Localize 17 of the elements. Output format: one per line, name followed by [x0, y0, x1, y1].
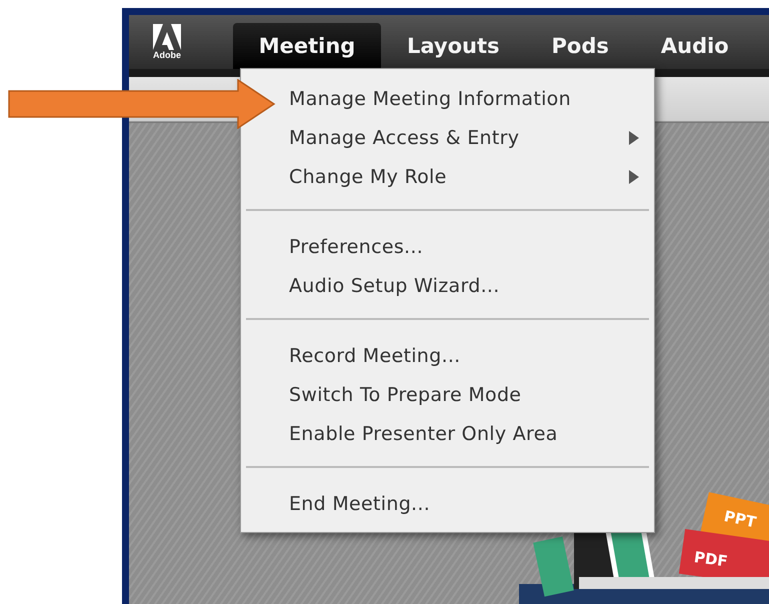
logo-icon: [153, 24, 181, 50]
menu-item[interactable]: Record Meeting...: [289, 342, 649, 370]
menu-item[interactable]: Enable Presenter Only Area: [289, 420, 649, 448]
menu-item[interactable]: Switch To Prepare Mode: [289, 381, 649, 409]
menu-bar-item[interactable]: Pods: [526, 23, 635, 69]
menu-item[interactable]: Preferences...: [289, 233, 649, 261]
file-type-label: PPT: [722, 507, 758, 532]
menu-item[interactable]: Manage Access & Entry: [289, 124, 649, 152]
file-type-label: PDF: [692, 548, 729, 571]
menu-item[interactable]: Audio Setup Wizard...: [289, 272, 649, 300]
logo-text: Adobe: [153, 50, 181, 60]
menu-item[interactable]: Manage Meeting Information: [289, 85, 649, 113]
menu-bar-item[interactable]: Meeting: [233, 23, 381, 69]
menu-item[interactable]: End Meeting...: [289, 490, 649, 518]
menu-item[interactable]: Change My Role: [289, 163, 649, 191]
menu-bar-item[interactable]: Layouts: [381, 23, 526, 69]
menu-bar-item[interactable]: Audio: [634, 23, 755, 69]
